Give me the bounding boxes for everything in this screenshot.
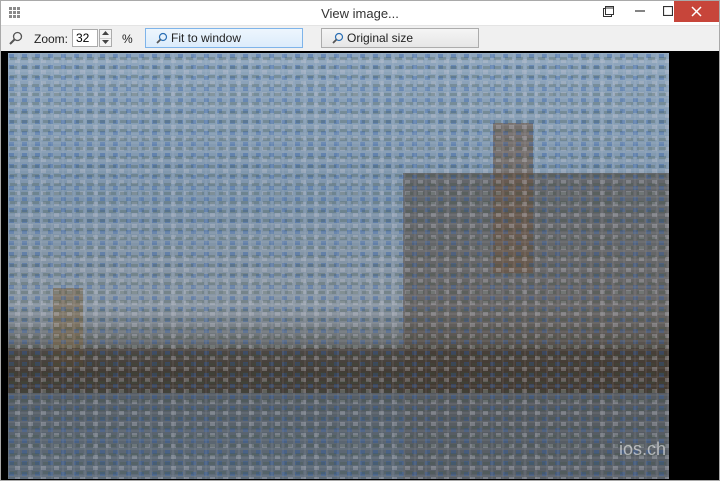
magnifier-fit-icon: [156, 32, 168, 44]
fit-to-window-button[interactable]: Fit to window: [145, 28, 303, 48]
maximize-icon: [663, 6, 673, 16]
magnifier-original-icon: [332, 32, 344, 44]
minimize-button[interactable]: [625, 1, 655, 22]
restore-layout-button[interactable]: [593, 1, 623, 22]
photo-mosaic-image: [8, 53, 669, 479]
magnifier-icon: [9, 31, 23, 45]
close-button[interactable]: [674, 1, 719, 22]
view-image-window: View image... Zoom: 32 % Fit to window O…: [0, 0, 720, 481]
zoom-spinner[interactable]: [99, 29, 112, 47]
zoom-label: Zoom:: [34, 32, 69, 46]
percent-label: %: [122, 32, 133, 46]
window-layout-icon: [602, 6, 614, 17]
original-size-button[interactable]: Original size: [321, 28, 479, 48]
original-size-label: Original size: [347, 31, 414, 45]
title-bar[interactable]: View image...: [1, 1, 719, 26]
image-viewport[interactable]: ios.ch: [1, 51, 719, 480]
fit-to-window-label: Fit to window: [171, 31, 242, 45]
watermark-text: ios.ch: [619, 439, 667, 459]
zoom-decrease-button[interactable]: [100, 38, 111, 46]
zoom-input[interactable]: [72, 29, 98, 47]
caret-down-icon: [102, 40, 109, 44]
caret-up-icon: [102, 31, 109, 35]
minimize-icon: [635, 10, 645, 12]
close-icon: [691, 6, 702, 17]
zoom-toolbar: Zoom: % Fit to window: [1, 26, 719, 51]
